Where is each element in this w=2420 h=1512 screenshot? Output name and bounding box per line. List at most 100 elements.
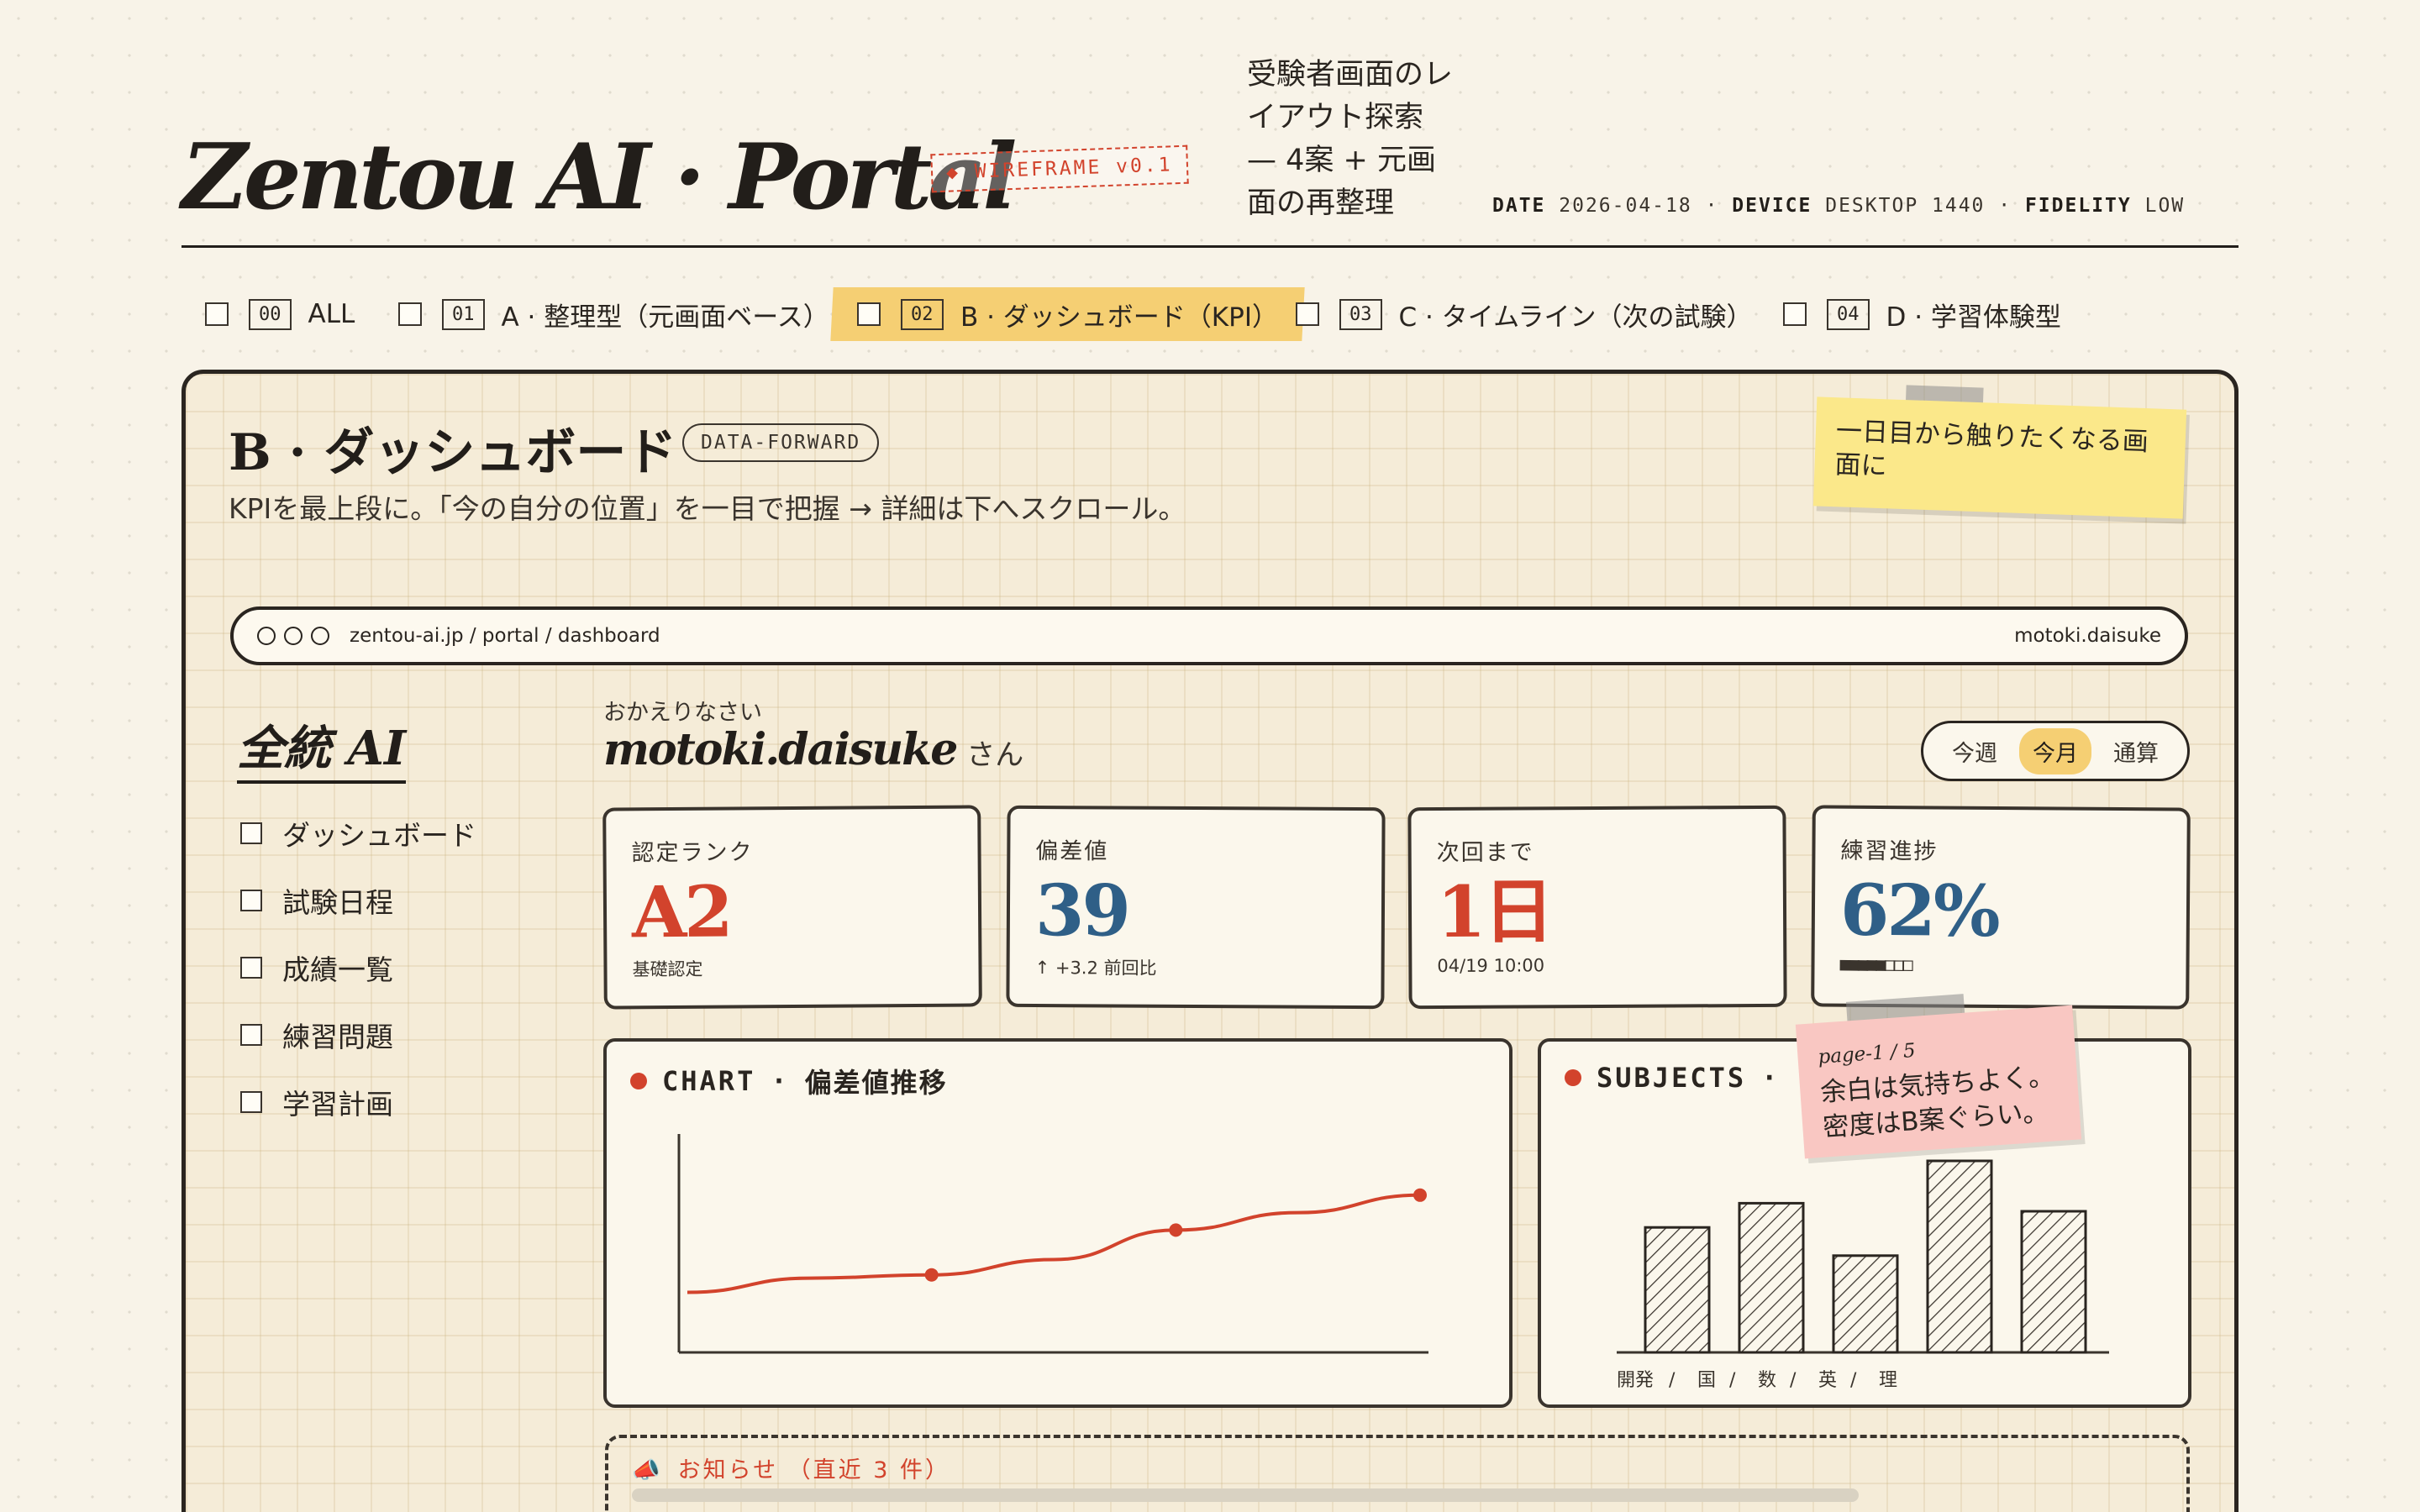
header-meta: DATE 2026-04-18 · DEVICE DESKTOP 1440 · … bbox=[1492, 195, 2186, 217]
data-point bbox=[924, 1268, 939, 1282]
sidebar-item-dashboard[interactable]: ダッシュボード bbox=[240, 813, 476, 853]
checkbox-icon[interactable] bbox=[398, 302, 422, 326]
app-logo[interactable]: 全統 AI bbox=[237, 711, 407, 784]
meta-device-label: DEVICE bbox=[1732, 195, 1812, 217]
bullet-dot-icon bbox=[1565, 1069, 1581, 1086]
period-option-total[interactable]: 通算 bbox=[2100, 728, 2172, 774]
tab-label: C · タイムライン（次の試験） bbox=[1398, 302, 1753, 333]
kpi-value: 1日 bbox=[1436, 869, 1552, 953]
kpi-label: 次回まで bbox=[1436, 839, 1534, 867]
greeting-username: motoki.daisuke さん bbox=[603, 724, 1023, 775]
username-text: motoki.daisuke bbox=[603, 724, 958, 775]
bar-国 bbox=[1738, 1201, 1805, 1354]
wireframe-version-badge: ◆ WIREFRAME v0.1 bbox=[930, 144, 1189, 193]
panel-title: 偏差値推移 bbox=[804, 1067, 948, 1099]
page-brand-title: Zentou AI · Portal bbox=[182, 124, 1017, 230]
meta-device: DESKTOP 1440 bbox=[1825, 195, 1986, 217]
deviation-line-chart bbox=[677, 1134, 1428, 1354]
bar-英 bbox=[1926, 1159, 1993, 1354]
kpi-card-deviation[interactable]: 偏差値 39 ↑ +3.2 前回比 bbox=[1006, 805, 1386, 1010]
checkbox-icon bbox=[240, 1091, 262, 1113]
tick-label: 国 bbox=[1697, 1370, 1716, 1391]
meta-fidelity: LOW bbox=[2144, 195, 2186, 217]
window-dot-icon bbox=[311, 627, 329, 645]
honorific: さん bbox=[966, 738, 1024, 772]
tab-c-timeline[interactable]: 03 C · タイムライン（次の試験） bbox=[1296, 287, 1753, 341]
tab-b-dashboard[interactable]: 02 B · ダッシュボード（KPI） bbox=[830, 287, 1305, 341]
data-point bbox=[1413, 1188, 1427, 1202]
period-option-week[interactable]: 今週 bbox=[1939, 728, 2011, 774]
period-toggle: 今週 今月 通算 bbox=[1921, 721, 2190, 781]
kpi-sub: 04/19 10:00 bbox=[1437, 955, 1545, 976]
notice-placeholder-line bbox=[632, 1488, 1859, 1502]
frame-description: KPIを最上段に。「今の自分の位置」を一目で把握 → 詳細は下へスクロール。 bbox=[229, 492, 1186, 525]
tab-number: 02 bbox=[901, 298, 944, 330]
sticky-note-yellow: 一日目から触りたくなる画面に bbox=[1812, 396, 2187, 519]
sidebar-item-study-plan[interactable]: 学習計画 bbox=[240, 1082, 393, 1122]
sidebar-item-label: 成績一覧 bbox=[282, 953, 393, 986]
megaphone-icon: 📣 bbox=[632, 1457, 663, 1483]
checkbox-icon[interactable] bbox=[1296, 302, 1319, 326]
subjects-panel-header: SUBJECTS · bbox=[1565, 1062, 1795, 1094]
kpi-card-countdown[interactable]: 次回まで 1日 04/19 10:00 bbox=[1407, 805, 1787, 1010]
browser-user[interactable]: motoki.daisuke bbox=[2014, 625, 2161, 647]
tick-label: 理 bbox=[1879, 1370, 1897, 1391]
sidebar-item-label: 試験日程 bbox=[282, 886, 393, 919]
browser-url[interactable]: zentou-ai.jp / portal / dashboard bbox=[350, 625, 660, 647]
bar-理 bbox=[2020, 1210, 2087, 1354]
sidebar-item-label: 学習計画 bbox=[282, 1088, 393, 1121]
tab-number: 03 bbox=[1339, 298, 1382, 330]
tick-label: 英 bbox=[1818, 1370, 1837, 1391]
tick-label: 数 bbox=[1758, 1370, 1776, 1391]
tick-separator: / bbox=[1669, 1370, 1676, 1391]
tab-number: 00 bbox=[249, 298, 292, 330]
tab-a-organized[interactable]: 01 A · 整理型（元画面ベース） bbox=[398, 287, 829, 341]
sticky-note-pink: page-1 / 5 余白は気持ちよく。密度はB案ぐらい。 bbox=[1795, 1005, 2082, 1159]
kpi-card-rank[interactable]: 認定ランク A2 基礎認定 bbox=[602, 805, 982, 1010]
progress-squares: ■■■■■□□□ bbox=[1839, 953, 1912, 975]
tab-label: B · ダッシュボード（KPI） bbox=[960, 302, 1278, 333]
sidebar-item-label: ダッシュボード bbox=[282, 819, 476, 852]
window-dot-icon bbox=[284, 627, 302, 645]
kpi-card-progress[interactable]: 練習進捗 62% ■■■■■□□□ bbox=[1811, 805, 2191, 1010]
tick-label: 開発 bbox=[1617, 1370, 1654, 1391]
meta-fidelity-label: FIDELITY bbox=[2024, 195, 2132, 217]
tab-label: D · 学習体験型 bbox=[1886, 302, 2061, 333]
checkbox-icon[interactable] bbox=[857, 302, 881, 326]
header-divider bbox=[182, 245, 2238, 248]
meta-date: 2026-04-18 bbox=[1559, 195, 1692, 217]
kpi-label: 偏差値 bbox=[1035, 838, 1109, 865]
kpi-value: 62% bbox=[1839, 868, 1999, 953]
window-dot-icon bbox=[257, 627, 276, 645]
tab-number: 01 bbox=[442, 298, 485, 330]
period-option-month[interactable]: 今月 bbox=[2019, 727, 2091, 774]
kpi-label: 練習進捗 bbox=[1840, 837, 1939, 865]
frame-title: B · ダッシュボード bbox=[229, 423, 677, 482]
kpi-sub: 基礎認定 bbox=[632, 958, 703, 980]
sidebar-item-practice[interactable]: 練習問題 bbox=[240, 1015, 393, 1055]
tab-all[interactable]: 00 ALL bbox=[205, 287, 355, 341]
tab-number: 04 bbox=[1827, 298, 1870, 330]
sidebar-item-schedule[interactable]: 試験日程 bbox=[240, 880, 393, 921]
checkbox-icon[interactable] bbox=[205, 302, 229, 326]
kpi-label: 認定ランク bbox=[631, 839, 754, 867]
bar-数 bbox=[1832, 1254, 1899, 1354]
checkbox-icon bbox=[240, 1024, 262, 1046]
bullet-dot-icon bbox=[630, 1073, 647, 1089]
notice-title: お知らせ （直近 3 件） bbox=[677, 1457, 951, 1483]
greeting-welcome: おかえりなさい bbox=[603, 700, 762, 726]
checkbox-icon[interactable] bbox=[1783, 302, 1807, 326]
meta-date-label: DATE bbox=[1492, 195, 1546, 217]
notice-header: 📣 お知らせ （直近 3 件） bbox=[632, 1452, 950, 1484]
frame-tag: DATA-FORWARD bbox=[682, 423, 880, 462]
kpi-value: 39 bbox=[1034, 869, 1129, 953]
tab-d-learning[interactable]: 04 D · 学習体験型 bbox=[1783, 287, 2061, 341]
bar-開発 bbox=[1644, 1226, 1711, 1354]
checkbox-icon bbox=[240, 822, 262, 844]
data-point bbox=[1169, 1223, 1183, 1237]
sidebar-item-label: 練習問題 bbox=[282, 1021, 393, 1053]
panel-label: CHART bbox=[662, 1065, 756, 1097]
header-subtitle: 受験者画面のレイアウト探索 — 4案 + 元画面の再整理 bbox=[1247, 58, 1454, 220]
sidebar-item-results[interactable]: 成績一覧 bbox=[240, 948, 393, 988]
tab-label: ALL bbox=[308, 299, 355, 329]
